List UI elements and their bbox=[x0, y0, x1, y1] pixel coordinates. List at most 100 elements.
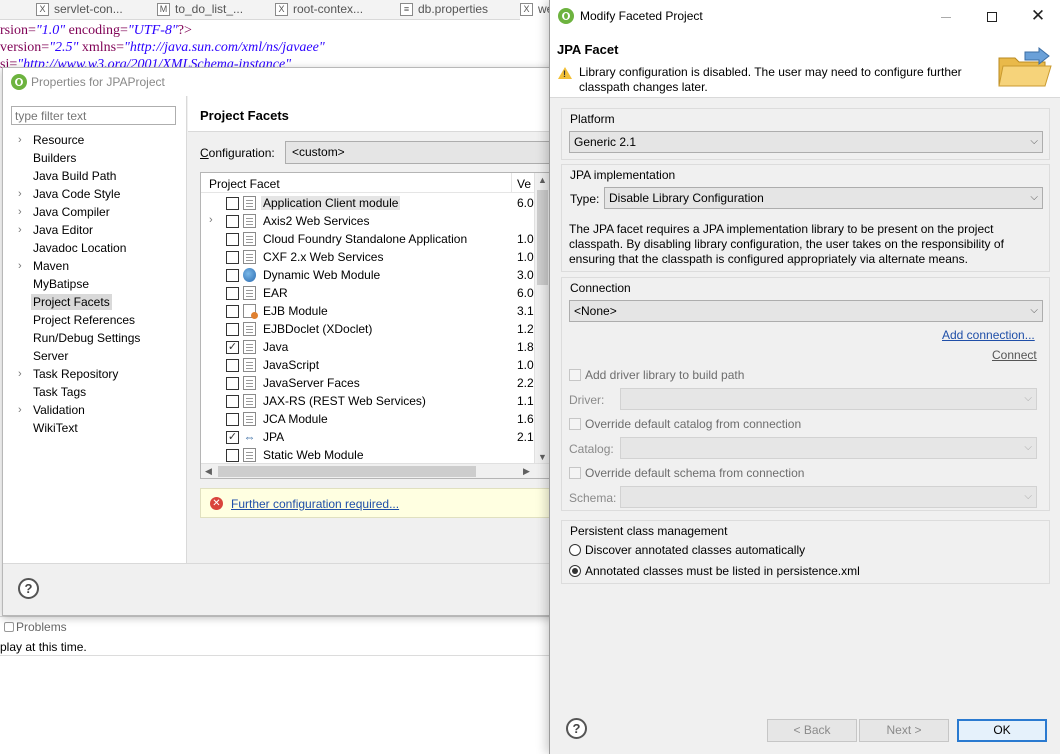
catalog-combo[interactable]: ⌵ bbox=[620, 437, 1037, 459]
editor-tab-root-context[interactable]: Xroot-contex... bbox=[275, 0, 363, 20]
facet-checkbox[interactable] bbox=[226, 395, 239, 408]
nav-item[interactable]: › Validation bbox=[3, 401, 187, 419]
nav-item[interactable]: › Java Compiler bbox=[3, 203, 187, 221]
xml-code-editor[interactable]: rsion="1.0" encoding="UTF-8"?> version="… bbox=[0, 22, 560, 73]
facet-version[interactable]: 6.0 bbox=[517, 286, 534, 300]
close-button[interactable]: ✕ bbox=[1015, 0, 1060, 32]
editor-tab-to-do-list[interactable]: Mto_do_list_... bbox=[157, 0, 243, 20]
scroll-thumb[interactable] bbox=[218, 466, 476, 477]
back-button[interactable]: < Back bbox=[767, 719, 857, 742]
facet-version[interactable]: 3.1 bbox=[517, 304, 534, 318]
editor-tab-db-properties[interactable]: ≡ db.properties bbox=[400, 0, 488, 20]
facet-row[interactable]: JCA Module 1.6 bbox=[201, 410, 535, 428]
facet-version[interactable]: 2.1 bbox=[517, 430, 534, 444]
maximize-button[interactable] bbox=[969, 0, 1015, 32]
facet-checkbox[interactable] bbox=[226, 377, 239, 390]
driver-combo[interactable]: ⌵ bbox=[620, 388, 1037, 410]
facet-row[interactable]: › Axis2 Web Services bbox=[201, 212, 535, 230]
facet-checkbox[interactable] bbox=[226, 359, 239, 372]
facet-row[interactable]: Cloud Foundry Standalone Application 1.0 bbox=[201, 230, 535, 248]
problems-view-tab[interactable]: Problems bbox=[0, 616, 560, 636]
nav-item[interactable]: Builders bbox=[3, 149, 187, 167]
platform-combo[interactable]: Generic 2.1 ⌵ bbox=[569, 131, 1043, 153]
column-header-version[interactable]: Ve bbox=[517, 177, 531, 191]
facet-version[interactable]: 1.0 bbox=[517, 232, 534, 246]
connection-combo[interactable]: <None> ⌵ bbox=[569, 300, 1043, 322]
facet-checkbox[interactable] bbox=[226, 449, 239, 462]
facet-checkbox[interactable] bbox=[226, 287, 239, 300]
nav-item[interactable]: Java Build Path bbox=[3, 167, 187, 185]
discover-classes-radio[interactable] bbox=[569, 544, 581, 556]
facet-row[interactable]: EJB Module 3.1 bbox=[201, 302, 535, 320]
facet-row[interactable]: JavaScript 1.0 bbox=[201, 356, 535, 374]
nav-item[interactable]: Server bbox=[3, 347, 187, 365]
facet-version[interactable]: 1.2 bbox=[517, 322, 534, 336]
facet-version[interactable]: 1.1 bbox=[517, 394, 534, 408]
connect-link[interactable]: Connect bbox=[992, 348, 1037, 362]
editor-tab-servlet-context[interactable]: Xservlet-con... bbox=[36, 0, 123, 20]
facet-version[interactable]: 1.8 bbox=[517, 340, 534, 354]
facet-row[interactable]: Application Client module 6.0 bbox=[201, 194, 535, 212]
chevron-right-icon[interactable]: › bbox=[18, 185, 28, 203]
nav-item[interactable]: Javadoc Location bbox=[3, 239, 187, 257]
further-configuration-link[interactable]: Further configuration required... bbox=[231, 497, 399, 511]
facet-version[interactable]: 1.0 bbox=[517, 250, 534, 264]
facet-checkbox[interactable] bbox=[226, 413, 239, 426]
facet-row[interactable]: JavaServer Faces 2.2 bbox=[201, 374, 535, 392]
listed-classes-radio[interactable] bbox=[569, 565, 581, 577]
chevron-right-icon[interactable]: › bbox=[209, 214, 213, 226]
facet-row[interactable]: CXF 2.x Web Services 1.0 bbox=[201, 248, 535, 266]
override-schema-checkbox[interactable] bbox=[569, 467, 581, 479]
scroll-up-icon[interactable]: ▲ bbox=[535, 173, 549, 188]
next-button[interactable]: Next > bbox=[859, 719, 949, 742]
help-icon[interactable]: ? bbox=[18, 578, 39, 599]
nav-item[interactable]: › Task Repository bbox=[3, 365, 187, 383]
facet-row[interactable]: Static Web Module bbox=[201, 446, 535, 464]
facet-checkbox[interactable] bbox=[226, 215, 239, 228]
nav-item[interactable]: › Maven bbox=[3, 257, 187, 275]
facet-version[interactable]: 1.6 bbox=[517, 412, 534, 426]
scroll-right-icon[interactable]: ▶ bbox=[519, 464, 534, 478]
facet-version[interactable]: 2.2 bbox=[517, 376, 534, 390]
help-icon[interactable]: ? bbox=[566, 718, 587, 739]
schema-combo[interactable]: ⌵ bbox=[620, 486, 1037, 508]
nav-item[interactable]: Project References bbox=[3, 311, 187, 329]
nav-item[interactable]: Run/Debug Settings bbox=[3, 329, 187, 347]
scroll-thumb[interactable] bbox=[537, 190, 548, 285]
filter-input[interactable] bbox=[11, 106, 176, 125]
facet-checkbox[interactable] bbox=[226, 323, 239, 336]
minimize-button[interactable] bbox=[923, 0, 969, 32]
facet-row[interactable]: EAR 6.0 bbox=[201, 284, 535, 302]
chevron-right-icon[interactable]: › bbox=[18, 401, 28, 419]
facet-checkbox[interactable] bbox=[226, 251, 239, 264]
facet-row[interactable]: ✓ ⇔ JPA 2.1 bbox=[201, 428, 535, 446]
add-connection-link[interactable]: Add connection... bbox=[942, 328, 1035, 342]
facet-checkbox[interactable] bbox=[226, 269, 239, 282]
override-catalog-checkbox[interactable] bbox=[569, 418, 581, 430]
vertical-scrollbar[interactable]: ▲ ▼ bbox=[534, 173, 549, 465]
horizontal-scrollbar[interactable]: ◀ ▶ bbox=[201, 463, 549, 478]
configuration-combo[interactable]: <custom> bbox=[285, 141, 561, 164]
facet-row[interactable]: EJBDoclet (XDoclet) 1.2 bbox=[201, 320, 535, 338]
facet-row[interactable]: JAX-RS (REST Web Services) 1.1 bbox=[201, 392, 535, 410]
chevron-right-icon[interactable]: › bbox=[18, 257, 28, 275]
chevron-right-icon[interactable]: › bbox=[18, 221, 28, 239]
chevron-right-icon[interactable]: › bbox=[18, 365, 28, 383]
nav-item[interactable]: › Java Editor bbox=[3, 221, 187, 239]
facet-row[interactable]: ✓ Java 1.8 bbox=[201, 338, 535, 356]
nav-item[interactable]: WikiText bbox=[3, 419, 187, 437]
column-separator[interactable] bbox=[511, 173, 512, 193]
facet-checkbox[interactable] bbox=[226, 197, 239, 210]
facet-row[interactable]: Dynamic Web Module 3.0 bbox=[201, 266, 535, 284]
facet-checkbox[interactable]: ✓ bbox=[226, 431, 239, 444]
scroll-left-icon[interactable]: ◀ bbox=[201, 464, 216, 478]
facet-checkbox[interactable] bbox=[226, 233, 239, 246]
chevron-right-icon[interactable]: › bbox=[18, 203, 28, 221]
facet-version[interactable]: 1.0 bbox=[517, 358, 534, 372]
facet-version[interactable]: 3.0 bbox=[517, 268, 534, 282]
ok-button[interactable]: OK bbox=[957, 719, 1047, 742]
nav-item[interactable]: Project Facets bbox=[3, 293, 187, 311]
listed-classes-label[interactable]: Annotated classes must be listed in pers… bbox=[585, 564, 860, 578]
nav-item[interactable]: › Java Code Style bbox=[3, 185, 187, 203]
add-driver-checkbox[interactable] bbox=[569, 369, 581, 381]
